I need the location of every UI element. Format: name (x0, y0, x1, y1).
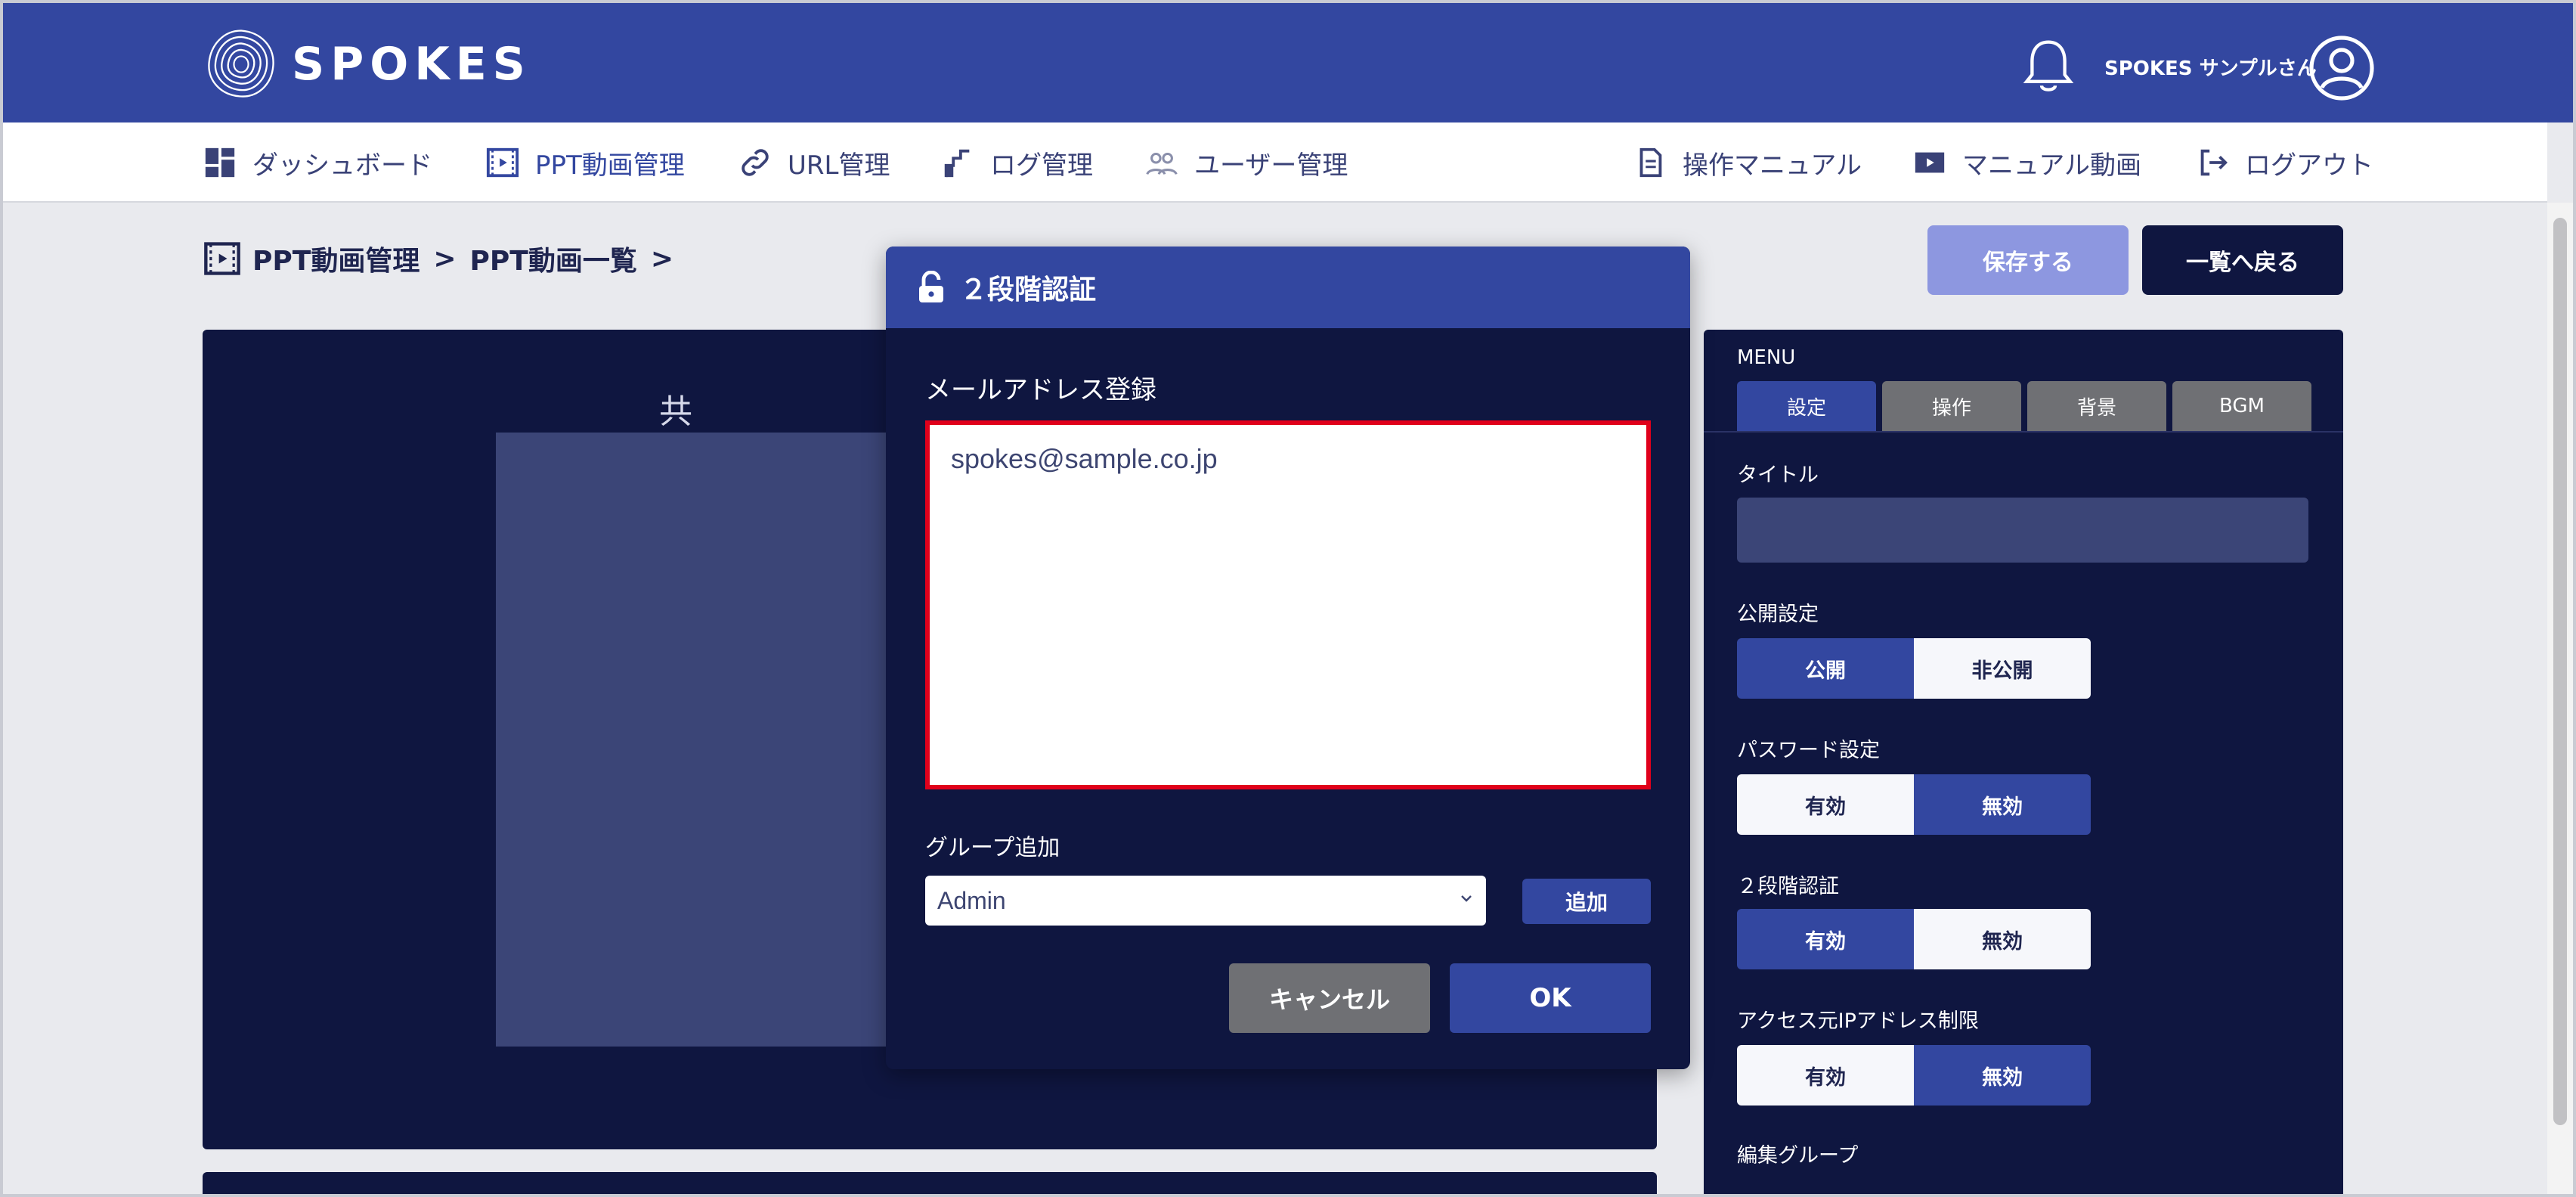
title-input[interactable] (1737, 498, 2308, 563)
nav-label: ユーザー管理 (1194, 150, 1348, 181)
dashboard-icon (205, 147, 235, 178)
manual-icon (1639, 147, 1662, 178)
nav-label: ダッシュボード (252, 150, 432, 181)
add-group-button[interactable]: 追加 (1522, 879, 1651, 924)
tab-bgm[interactable]: BGM (2172, 381, 2311, 431)
cancel-button[interactable]: キャンセル (1229, 963, 1430, 1033)
twofa-on-option[interactable]: 有効 (1737, 909, 1914, 969)
ip-restriction-label: アクセス元IPアドレス制限 (1737, 1009, 1979, 1033)
nav-label: 操作マニュアル (1683, 150, 1862, 181)
twofa-toggle: 有効 無効 (1737, 909, 2091, 969)
nav-label: ログ管理 (990, 150, 1093, 181)
user-name: SPOKES サンプルさん (2104, 57, 2317, 80)
logo-mark-icon (208, 29, 274, 98)
breadcrumb: PPT動画管理 > PPT動画一覧 > (203, 239, 677, 278)
group-label: グループ追加 (925, 835, 1060, 861)
group-select-value: Admin (937, 886, 1006, 914)
modal-title: ２段階認証 (960, 274, 1097, 305)
film-icon (486, 147, 519, 178)
back-to-list-button[interactable]: 一覧へ戻る (2142, 225, 2343, 295)
tab-settings[interactable]: 設定 (1737, 381, 1876, 431)
nav-item-logout[interactable]: ログアウト (2195, 122, 2373, 203)
link-icon (742, 149, 769, 176)
settings-panel: MENU 設定 操作 背景 BGM タイトル 公開設定 公開 非公開 パスワード… (1704, 330, 2343, 1197)
title-label: タイトル (1737, 464, 1819, 487)
film-icon (204, 242, 240, 275)
ok-button[interactable]: OK (1450, 963, 1651, 1033)
tab-background[interactable]: 背景 (2027, 381, 2166, 431)
nav-item-log[interactable]: ログ管理 (940, 122, 1093, 203)
chevron-right-icon: > (433, 243, 457, 274)
menu-label: MENU (1737, 346, 1796, 369)
publish-on-option[interactable]: 公開 (1737, 638, 1914, 699)
password-label: パスワード設定 (1737, 739, 1880, 762)
settings-tabs: 設定 操作 背景 BGM (1737, 381, 2311, 431)
logout-icon (2200, 149, 2228, 176)
breadcrumb-level1[interactable]: PPT動画管理 (252, 239, 420, 278)
page-scrollbar[interactable] (2547, 203, 2573, 1194)
logo-text: SPOKES (292, 38, 531, 91)
top-header: SPOKES SPOKES サンプルさん (3, 3, 2573, 122)
publish-off-option[interactable]: 非公開 (1914, 638, 2091, 699)
publish-toggle: 公開 非公開 (1737, 638, 2091, 699)
ip-restriction-toggle: 有効 無効 (1737, 1045, 2091, 1106)
password-toggle: 有効 無効 (1737, 774, 2091, 835)
email-label: メールアドレス登録 (925, 375, 1156, 405)
chevron-down-icon (1461, 895, 1472, 902)
breadcrumb-level2[interactable]: PPT動画一覧 (470, 239, 637, 278)
nav-item-manual[interactable]: 操作マニュアル (1633, 122, 1862, 203)
users-icon (1146, 152, 1178, 175)
group-select[interactable]: Admin (925, 876, 1486, 926)
modal-header: ２段階認証 (886, 247, 1690, 328)
nav-label: URL管理 (788, 150, 890, 181)
save-button[interactable]: 保存する (1927, 225, 2129, 295)
nav-item-users[interactable]: ユーザー管理 (1144, 122, 1348, 203)
password-on-option[interactable]: 有効 (1737, 774, 1914, 835)
unlock-icon (919, 271, 943, 302)
chevron-right-icon: > (650, 243, 673, 274)
bell-icon[interactable] (2021, 36, 2076, 97)
video-icon (1915, 152, 1945, 173)
lower-panel (203, 1172, 1657, 1197)
nav-item-url[interactable]: URL管理 (738, 122, 890, 203)
logo[interactable]: SPOKES (201, 23, 531, 106)
ip-on-option[interactable]: 有効 (1737, 1045, 1914, 1106)
preview-text: 共 (659, 392, 692, 431)
edit-group-label: 編集グループ (1737, 1144, 1859, 1168)
scrollbar-thumb[interactable] (2553, 218, 2567, 1125)
nav-label: ログアウト (2245, 150, 2373, 181)
nav-label: マニュアル動画 (1962, 150, 2141, 181)
divider (1704, 431, 2343, 433)
nav-item-manual-video[interactable]: マニュアル動画 (1912, 122, 2141, 203)
nav-label: PPT動画管理 (535, 150, 685, 181)
log-icon (944, 149, 970, 178)
main-nav: ダッシュボード PPT動画管理 URL管理 ログ管理 ユーザー管理 操作マニュア… (3, 122, 2547, 203)
publish-label: 公開設定 (1737, 603, 1819, 626)
nav-item-dashboard[interactable]: ダッシュボード (203, 122, 432, 203)
nav-item-ppt[interactable]: PPT動画管理 (485, 122, 685, 203)
twofa-label: ２段階認証 (1737, 875, 1839, 898)
tab-operation[interactable]: 操作 (1882, 381, 2021, 431)
twofa-off-option[interactable]: 無効 (1914, 909, 2091, 969)
email-textarea[interactable]: spokes@sample.co.jp (925, 420, 1651, 789)
ip-off-option[interactable]: 無効 (1914, 1045, 2091, 1106)
two-factor-modal: ２段階認証 メールアドレス登録 spokes@sample.co.jp グループ… (886, 247, 1690, 1069)
password-off-option[interactable]: 無効 (1914, 774, 2091, 835)
avatar-icon[interactable] (2308, 35, 2375, 101)
